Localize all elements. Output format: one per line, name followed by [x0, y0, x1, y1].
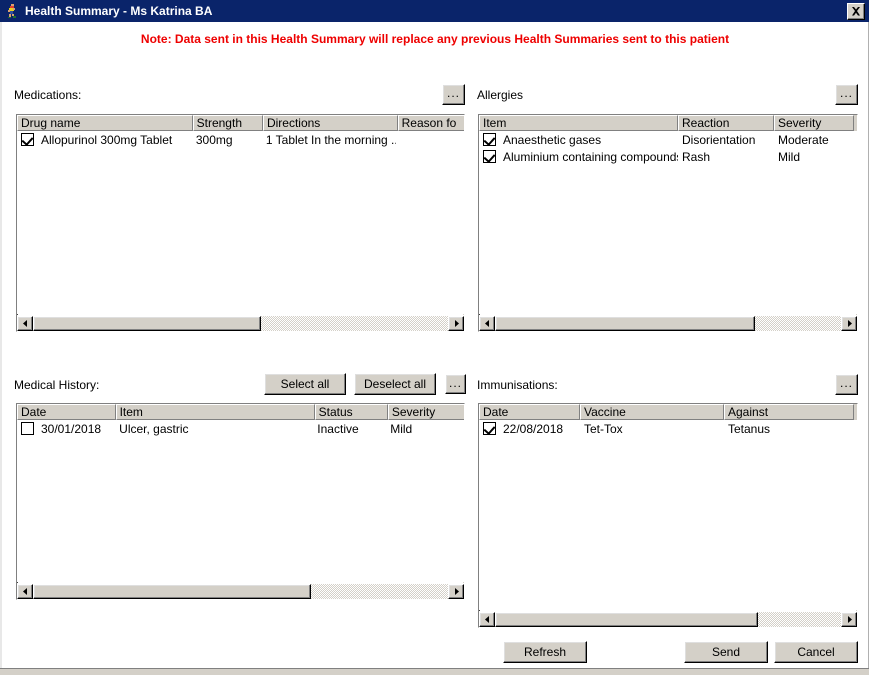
table-row[interactable]: Anaesthetic gases Disorientation Moderat… — [479, 131, 857, 148]
column-header-vaccine[interactable]: Vaccine — [580, 404, 724, 420]
table-row[interactable]: 22/08/2018 Tet-Tox Tetanus — [479, 420, 857, 437]
allergies-item-cell: Aluminium containing compounds — [479, 148, 678, 165]
scroll-left-arrow-icon[interactable] — [17, 584, 33, 599]
column-header-date[interactable]: Date — [17, 404, 116, 420]
medications-drug-name: Allopurinol 300mg Tablet — [41, 132, 173, 147]
column-header-item[interactable]: Item — [479, 115, 678, 131]
scroll-right-arrow-icon[interactable] — [841, 612, 857, 627]
row-checkbox[interactable] — [483, 133, 496, 146]
immunisations-date: 22/08/2018 — [503, 421, 564, 436]
medical-history-severity: Mild — [390, 421, 413, 436]
scroll-right-arrow-icon[interactable] — [448, 316, 464, 331]
column-header-severity[interactable]: Severity — [387, 404, 464, 420]
close-button[interactable] — [847, 2, 865, 20]
column-header-item[interactable]: Item — [115, 404, 315, 420]
allergies-severity: Moderate — [778, 132, 829, 147]
table-row[interactable]: Aluminium containing compounds Rash Mild — [479, 148, 857, 165]
medical-history-rows: 30/01/2018 Ulcer, gastric Inactive Mild — [17, 420, 464, 582]
scroll-right-arrow-icon[interactable] — [448, 584, 464, 599]
scroll-left-arrow-icon[interactable] — [479, 612, 495, 627]
medical-history-hscrollbar[interactable] — [17, 583, 464, 599]
column-header-severity[interactable]: Severity — [774, 115, 854, 131]
window-bottom-strip — [0, 668, 869, 675]
immunisations-rows: 22/08/2018 Tet-Tox Tetanus — [479, 420, 857, 610]
column-header-status[interactable]: Status — [314, 404, 388, 420]
medical-history-status: Inactive — [317, 421, 359, 436]
column-header-drug-name[interactable]: Drug name — [17, 115, 193, 131]
allergies-item: Aluminium containing compounds — [503, 149, 678, 164]
scroll-right-arrow-icon[interactable] — [841, 316, 857, 331]
select-all-button[interactable]: Select all — [264, 373, 346, 395]
allergies-browse-button[interactable]: ... — [835, 84, 858, 105]
allergies-hscrollbar[interactable] — [479, 315, 857, 331]
immunisations-browse-button[interactable]: ... — [835, 374, 858, 395]
medical-history-browse-button[interactable]: ... — [445, 374, 466, 394]
table-row[interactable]: 30/01/2018 Ulcer, gastric Inactive Mild — [17, 420, 464, 437]
title-bar: Health Summary - Ms Katrina BA — [0, 0, 869, 22]
allergies-item-cell: Anaesthetic gases — [479, 131, 678, 148]
scroll-thumb[interactable] — [495, 316, 755, 331]
scroll-track[interactable] — [495, 612, 841, 627]
allergies-label: Allergies — [477, 88, 524, 102]
medications-label: Medications: — [14, 88, 82, 102]
allergies-reaction: Disorientation — [682, 132, 756, 147]
person-running-icon — [4, 3, 20, 19]
dialog-body: Note: Data sent in this Health Summary w… — [0, 22, 869, 675]
health-summary-window: Health Summary - Ms Katrina BA Note: Dat… — [0, 0, 869, 675]
allergies-severity: Mild — [778, 149, 801, 164]
medications-drug-cell: Allopurinol 300mg Tablet — [17, 131, 192, 148]
medications-list[interactable]: Drug name Strength Directions Reason fo … — [16, 114, 465, 332]
scroll-thumb[interactable] — [33, 316, 262, 331]
table-row[interactable]: Allopurinol 300mg Tablet 300mg 1 Tablet … — [17, 131, 464, 148]
column-header-against[interactable]: Against — [724, 404, 854, 420]
scroll-left-arrow-icon[interactable] — [17, 316, 33, 331]
medications-rows: Allopurinol 300mg Tablet 300mg 1 Tablet … — [17, 131, 464, 314]
immunisations-list-header: Date Vaccine Against — [479, 404, 857, 420]
medical-history-list[interactable]: Date Item Status Severity 30/01/2018 Ulc… — [16, 403, 465, 600]
column-header-reaction[interactable]: Reaction — [678, 115, 774, 131]
send-button[interactable]: Send — [684, 641, 768, 663]
allergies-list-header: Item Reaction Severity — [479, 115, 857, 131]
medical-history-list-header: Date Item Status Severity — [17, 404, 464, 420]
medical-history-date: 30/01/2018 — [41, 421, 102, 436]
medications-browse-button[interactable]: ... — [442, 84, 465, 105]
row-checkbox[interactable] — [483, 150, 496, 163]
medications-hscrollbar[interactable] — [17, 315, 464, 331]
row-checkbox[interactable] — [21, 422, 34, 435]
cancel-button[interactable]: Cancel — [774, 641, 858, 663]
immunisations-hscrollbar[interactable] — [479, 611, 857, 627]
immunisations-date-cell: 22/08/2018 — [479, 420, 580, 437]
medications-list-header: Drug name Strength Directions Reason fo — [17, 115, 464, 131]
row-checkbox[interactable] — [21, 133, 34, 146]
scroll-left-arrow-icon[interactable] — [479, 316, 495, 331]
row-checkbox[interactable] — [483, 422, 496, 435]
medications-strength: 300mg — [195, 132, 233, 147]
medical-history-label: Medical History: — [14, 378, 100, 392]
allergies-reaction: Rash — [682, 149, 711, 164]
column-header-reason[interactable]: Reason fo — [397, 115, 464, 131]
allergies-item: Anaesthetic gases — [503, 132, 602, 147]
immunisations-list[interactable]: Date Vaccine Against 22/08/2018 Tet-Tox … — [478, 403, 858, 628]
scroll-thumb[interactable] — [33, 584, 312, 599]
scroll-track[interactable] — [33, 584, 448, 599]
scroll-thumb[interactable] — [495, 612, 758, 627]
column-header-date[interactable]: Date — [479, 404, 580, 420]
medical-history-item: Ulcer, gastric — [119, 421, 189, 436]
warning-note: Note: Data sent in this Health Summary w… — [140, 32, 730, 46]
medications-directions: 1 Tablet In the morning ... — [265, 132, 396, 147]
allergies-list[interactable]: Item Reaction Severity Anaesthetic gases… — [478, 114, 858, 332]
refresh-button[interactable]: Refresh — [503, 641, 587, 663]
column-header-strength[interactable]: Strength — [192, 115, 263, 131]
column-header-directions[interactable]: Directions — [262, 115, 398, 131]
medical-history-date-cell: 30/01/2018 — [17, 420, 115, 437]
deselect-all-button[interactable]: Deselect all — [354, 373, 436, 395]
immunisations-label: Immunisations: — [477, 378, 558, 392]
allergies-rows: Anaesthetic gases Disorientation Moderat… — [479, 131, 857, 314]
immunisations-against: Tetanus — [728, 421, 771, 436]
medications-reason — [396, 131, 464, 148]
immunisations-vaccine: Tet-Tox — [584, 421, 623, 436]
window-title: Health Summary - Ms Katrina BA — [25, 4, 213, 18]
scroll-track[interactable] — [33, 316, 448, 331]
scroll-track[interactable] — [495, 316, 841, 331]
